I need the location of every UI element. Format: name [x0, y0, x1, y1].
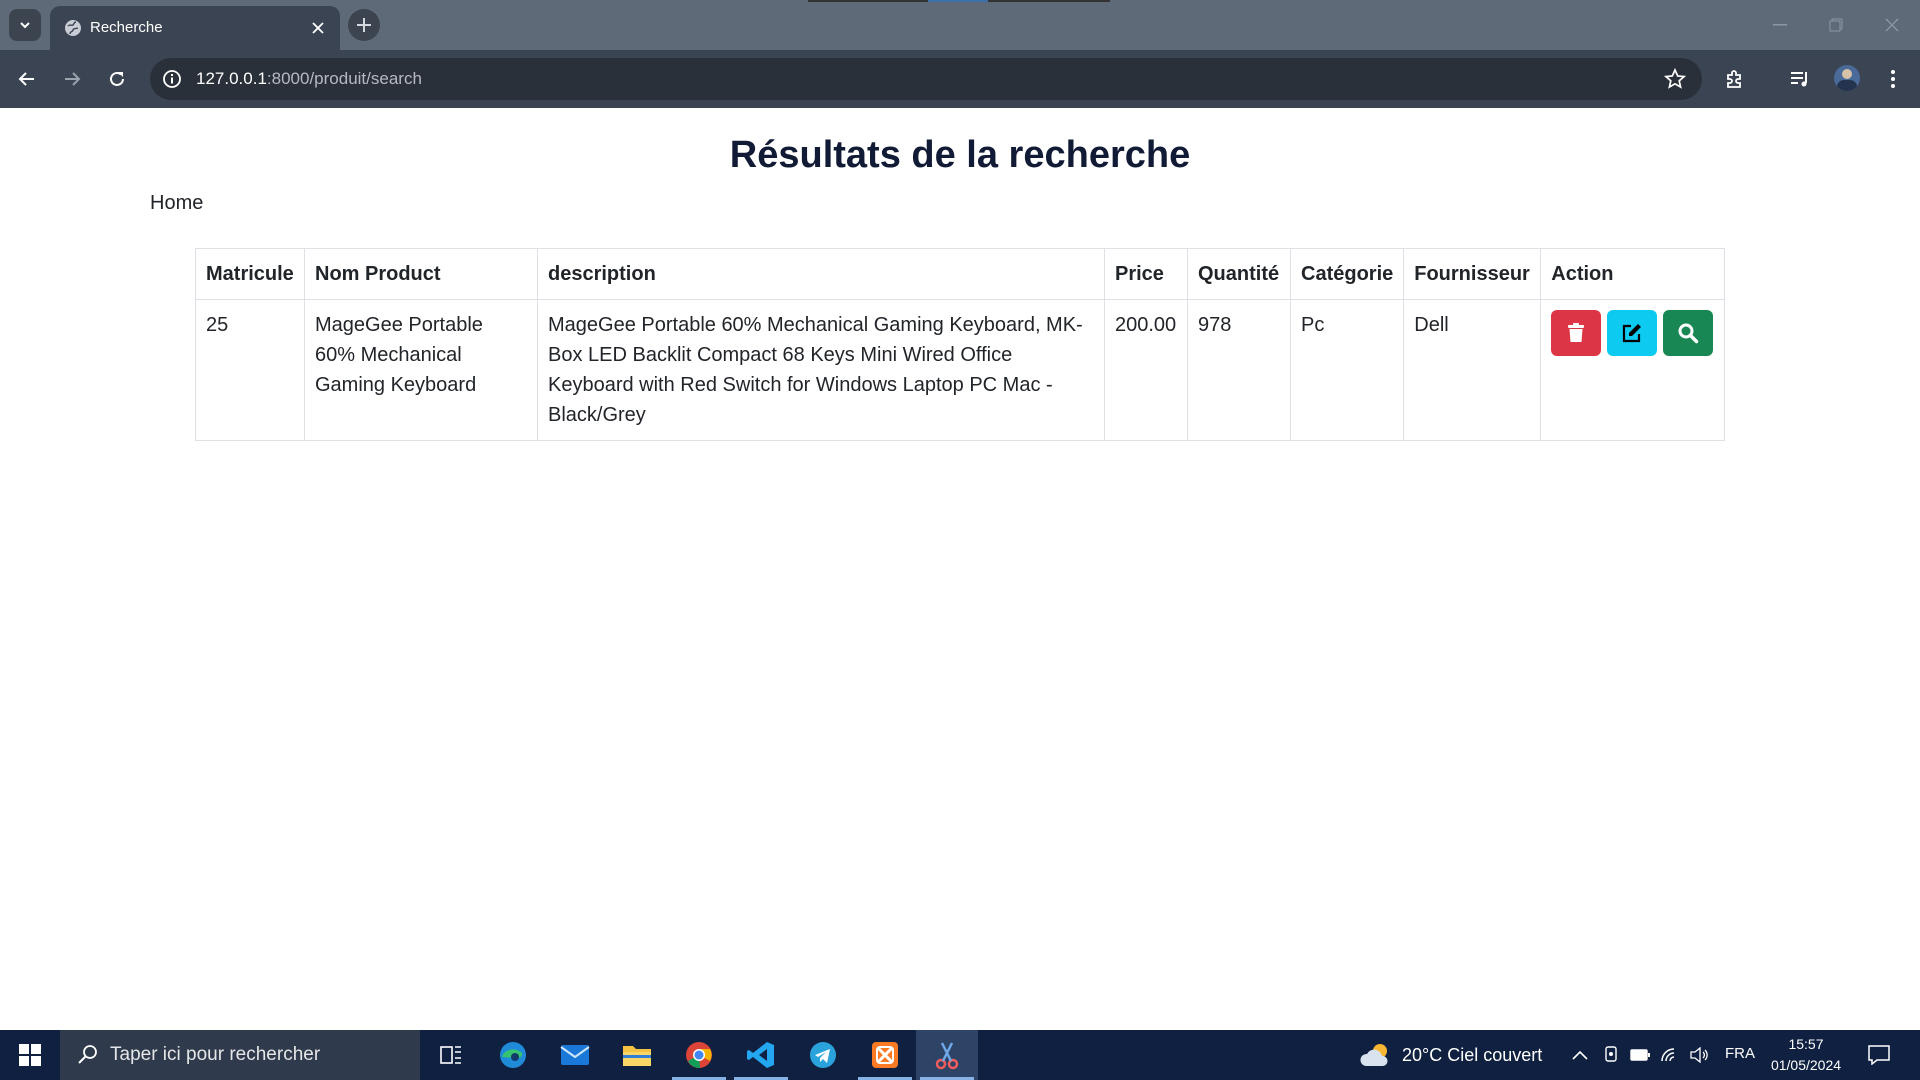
volume-icon[interactable] — [1690, 1030, 1710, 1080]
notification-center-icon[interactable] — [1868, 1030, 1890, 1080]
chrome-icon[interactable] — [668, 1030, 730, 1080]
task-view-icon[interactable] — [420, 1030, 482, 1080]
cell-price: 200.00 — [1104, 299, 1188, 441]
restore-icon[interactable] — [1808, 0, 1864, 50]
url-text: 127.0.0.1:8000/produit/search — [196, 69, 422, 88]
search-icon — [78, 1045, 97, 1064]
cell-description: MageGee Portable 60% Mechanical Gaming K… — [537, 299, 1105, 441]
chevron-down-icon — [20, 22, 30, 29]
cell-fournisseur: Dell — [1403, 299, 1542, 441]
back-icon[interactable] — [12, 64, 42, 94]
menu-kebab-icon[interactable] — [1878, 64, 1908, 94]
plus-icon — [357, 18, 371, 32]
cloudy-weather-icon — [1360, 1044, 1388, 1066]
media-control-icon[interactable] — [1785, 64, 1815, 94]
address-bar[interactable]: 127.0.0.1:8000/produit/search — [150, 58, 1702, 100]
tab-search-button[interactable] — [9, 9, 41, 41]
clock-date: 01/05/2024 — [1770, 1057, 1842, 1073]
results-table: Matricule Nom Product description Price … — [195, 248, 1725, 441]
minimize-icon[interactable] — [1752, 0, 1808, 50]
col-header-fournisseur: Fournisseur — [1403, 248, 1542, 300]
weather-text: 20°C Ciel couvert — [1402, 1044, 1543, 1065]
col-header-nom: Nom Product — [304, 248, 538, 300]
window-controls — [1752, 0, 1920, 50]
clock-time: 15:57 — [1788, 1036, 1824, 1052]
mail-icon[interactable] — [544, 1030, 606, 1080]
edit-button[interactable] — [1607, 310, 1658, 356]
cell-categorie: Pc — [1289, 299, 1405, 441]
xampp-icon[interactable] — [854, 1030, 916, 1080]
battery-icon[interactable] — [1630, 1030, 1650, 1080]
view-button[interactable] — [1663, 310, 1714, 356]
weather-widget[interactable]: 20°C Ciel couvert — [1360, 1030, 1542, 1080]
browser-tab-active[interactable]: Recherche — [50, 6, 340, 50]
col-header-description: description — [537, 248, 1105, 300]
cell-quantite: 978 — [1187, 299, 1291, 441]
page-loading-indicator — [808, 0, 1110, 2]
extensions-icon[interactable] — [1720, 64, 1750, 94]
new-tab-button[interactable] — [348, 9, 380, 41]
tab-close-icon[interactable] — [308, 18, 328, 38]
edge-browser-icon[interactable] — [482, 1030, 544, 1080]
col-header-quantite: Quantité — [1187, 248, 1291, 300]
vscode-icon[interactable] — [730, 1030, 792, 1080]
site-info-icon[interactable] — [162, 69, 182, 89]
bookmark-star-icon[interactable] — [1664, 68, 1686, 90]
cell-action — [1540, 299, 1725, 441]
show-hidden-icons-chevron-up-icon[interactable] — [1572, 1030, 1588, 1080]
forward-icon[interactable] — [57, 64, 87, 94]
page-title: Résultats de la recherche — [729, 134, 1191, 176]
table-row: 25 MageGee Portable 60% Mechanical Gamin… — [195, 299, 1725, 441]
telegram-icon[interactable] — [792, 1030, 854, 1080]
system-clock[interactable]: 15:57 01/05/2024 — [1758, 1034, 1854, 1076]
tab-title: Recherche — [90, 19, 163, 36]
globe-icon — [65, 20, 81, 36]
row-actions — [1551, 310, 1714, 356]
cell-matricule: 25 — [195, 299, 305, 441]
wifi-icon[interactable] — [1660, 1030, 1680, 1080]
browser-toolbar: 127.0.0.1:8000/produit/search — [0, 50, 1920, 108]
taskbar-search-placeholder: Taper ici pour rechercher — [110, 1044, 321, 1065]
page-content: Résultats de la recherche Home Matricule… — [0, 108, 1920, 1030]
cell-nom: MageGee Portable 60% Mechanical Gaming K… — [304, 299, 538, 441]
snipping-tool-icon[interactable] — [916, 1030, 978, 1080]
col-header-categorie: Catégorie — [1289, 248, 1405, 300]
table-header-row: Matricule Nom Product description Price … — [195, 248, 1725, 300]
col-header-price: Price — [1104, 248, 1188, 300]
file-explorer-icon[interactable] — [606, 1030, 668, 1080]
windows-start-icon[interactable] — [0, 1030, 60, 1080]
device-icon[interactable] — [1603, 1030, 1619, 1080]
trash-icon — [1568, 323, 1585, 342]
home-link[interactable]: Home — [150, 192, 203, 215]
edit-icon — [1623, 324, 1642, 343]
delete-button[interactable] — [1551, 310, 1602, 356]
reload-icon[interactable] — [102, 64, 132, 94]
col-header-matricule: Matricule — [195, 248, 305, 300]
browser-tab-strip: Recherche — [0, 0, 1920, 50]
input-language[interactable]: FRA — [1725, 1045, 1755, 1062]
search-icon — [1678, 323, 1699, 344]
profile-avatar[interactable] — [1834, 65, 1860, 91]
windows-taskbar: Taper ici pour rechercher 20°C Ciel couv… — [0, 1030, 1920, 1080]
col-header-action: Action — [1540, 248, 1725, 300]
window-close-icon[interactable] — [1864, 0, 1920, 50]
taskbar-search-box[interactable]: Taper ici pour rechercher — [60, 1030, 420, 1080]
